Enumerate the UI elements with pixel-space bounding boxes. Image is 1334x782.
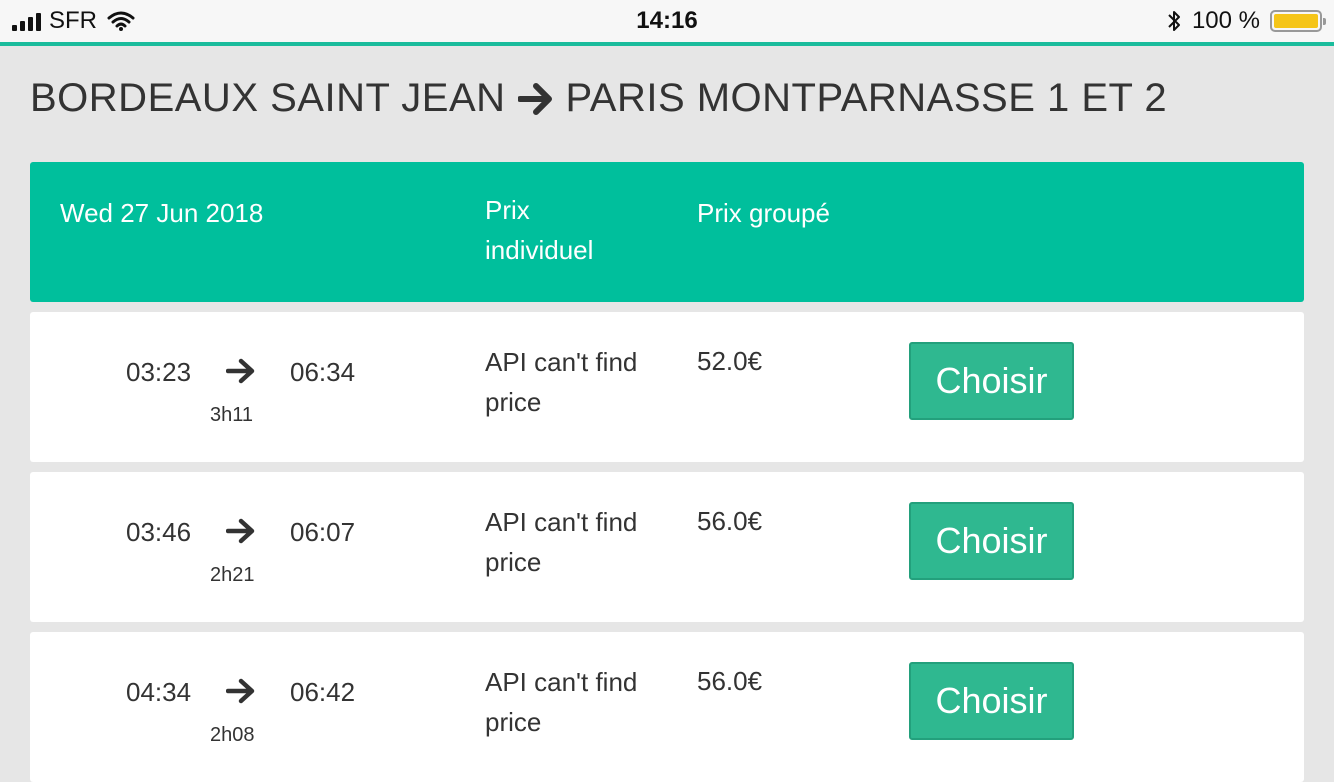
individual-price: API can't find price bbox=[485, 667, 638, 737]
accent-line bbox=[0, 42, 1334, 46]
status-bar: SFR 14:16 100 % bbox=[0, 0, 1334, 42]
group-price-header: Prix groupé bbox=[697, 198, 830, 228]
group-price: 56.0€ bbox=[697, 666, 763, 696]
group-price: 52.0€ bbox=[697, 346, 763, 376]
status-right: 100 % bbox=[1166, 7, 1326, 35]
departure-time: 04:34 bbox=[126, 677, 192, 707]
arrow-right-icon bbox=[517, 82, 552, 115]
individual-price-header: Prix individuel bbox=[485, 195, 594, 265]
group-price: 56.0€ bbox=[697, 506, 763, 536]
duration: 2h21 bbox=[210, 564, 255, 586]
arrow-right-icon bbox=[226, 358, 255, 384]
arrival-time: 06:07 bbox=[290, 517, 356, 547]
battery-icon bbox=[1270, 10, 1326, 32]
destination-station: PARIS MONTPARNASSE 1 ET 2 bbox=[565, 76, 1168, 120]
train-row: 03:23 06:34 3h11 API can't find price 52… bbox=[30, 312, 1304, 462]
departure-time: 03:23 bbox=[126, 357, 192, 387]
arrival-time: 06:42 bbox=[290, 677, 356, 707]
page-title: BORDEAUX SAINT JEAN PARIS MONTPARNASSE 1… bbox=[30, 76, 1167, 121]
choose-button[interactable]: Choisir bbox=[909, 342, 1074, 420]
individual-price: API can't find price bbox=[485, 347, 638, 417]
duration: 2h08 bbox=[210, 724, 255, 746]
arrow-right-icon bbox=[226, 678, 255, 704]
individual-price: API can't find price bbox=[485, 507, 638, 577]
status-left: SFR bbox=[12, 7, 135, 35]
duration: 3h11 bbox=[210, 404, 254, 426]
arrival-time: 06:34 bbox=[290, 357, 356, 387]
arrow-right-icon bbox=[226, 518, 255, 544]
travel-date: Wed 27 Jun 2018 bbox=[60, 198, 264, 228]
signal-icon bbox=[12, 11, 41, 31]
wifi-icon bbox=[107, 11, 135, 31]
train-row: 03:46 06:07 2h21 API can't find price 56… bbox=[30, 472, 1304, 622]
clock: 14:16 bbox=[636, 7, 698, 34]
choose-button[interactable]: Choisir bbox=[909, 662, 1074, 740]
bluetooth-icon bbox=[1168, 11, 1180, 31]
train-row: 04:34 06:42 2h08 API can't find price 56… bbox=[30, 632, 1304, 782]
table-header: Wed 27 Jun 2018 Prix individuel Prix gro… bbox=[30, 162, 1304, 302]
departure-time: 03:46 bbox=[126, 517, 192, 547]
battery-percent: 100 % bbox=[1191, 7, 1260, 34]
carrier-name: SFR bbox=[49, 7, 97, 34]
origin-station: BORDEAUX SAINT JEAN bbox=[30, 76, 506, 120]
choose-button[interactable]: Choisir bbox=[909, 502, 1074, 580]
